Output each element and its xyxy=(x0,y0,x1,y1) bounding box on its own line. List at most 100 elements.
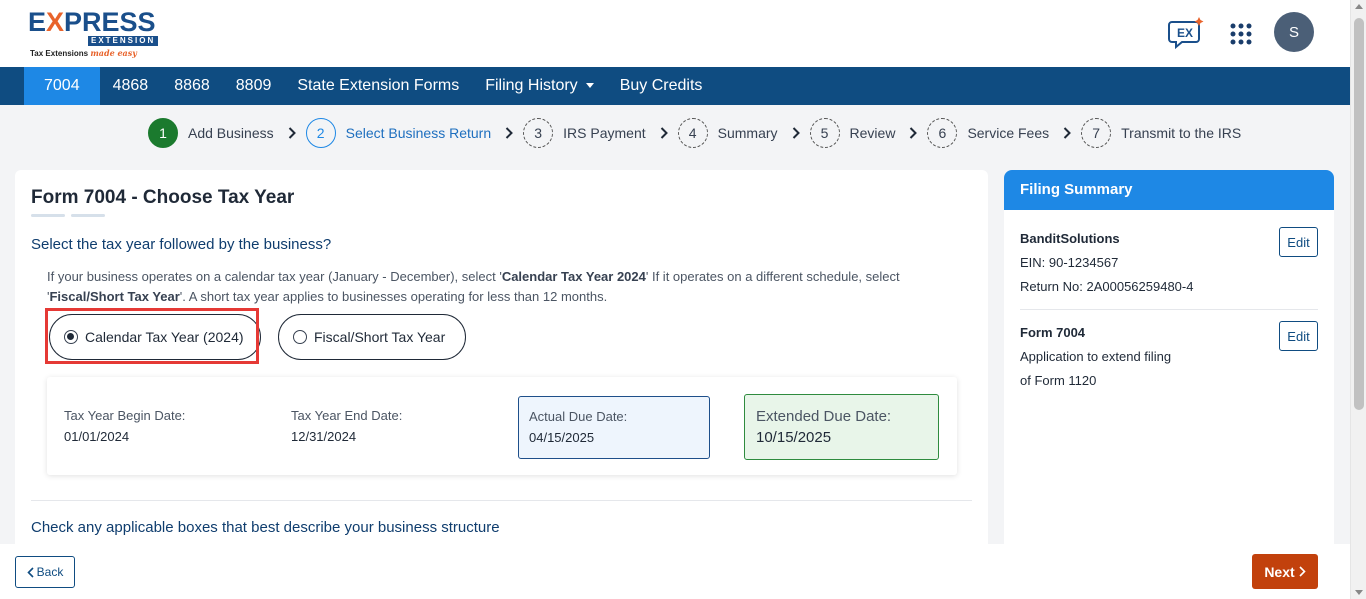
form-description: Application to extend filing xyxy=(1020,349,1172,364)
nav-item-8868[interactable]: 8868 xyxy=(161,67,223,105)
scroll-up-icon[interactable] xyxy=(1355,4,1363,9)
section-divider xyxy=(31,500,972,501)
summary-divider xyxy=(1020,309,1318,310)
extended-due-value: 10/15/2025 xyxy=(756,429,832,446)
business-summary: BanditSolutions EIN: 90-1234567 Return N… xyxy=(1020,227,1193,299)
nav-item-state-extension-forms[interactable]: State Extension Forms xyxy=(284,67,472,105)
chevron-right-icon xyxy=(1299,566,1306,577)
logo-subtitle: EXTENSION xyxy=(88,36,159,46)
desc-emphasis: Fiscal/Short Tax Year xyxy=(49,289,180,304)
filing-summary-panel: Filing Summary BanditSolutions EIN: 90-1… xyxy=(1004,170,1334,550)
edit-form-button[interactable]: Edit xyxy=(1279,321,1318,351)
form-description: of Form 1120 xyxy=(1020,373,1097,388)
filing-summary-title: Filing Summary xyxy=(1004,170,1334,210)
end-date-value: 12/31/2024 xyxy=(291,429,357,444)
tax-year-end: Tax Year End Date: 12/31/2024 xyxy=(291,408,402,444)
step-number: 7 xyxy=(1081,118,1112,148)
step-label: Summary xyxy=(717,125,778,141)
logo-wordmark: EXPRESS xyxy=(28,7,156,37)
step-label: Service Fees xyxy=(967,125,1050,141)
chevron-right-icon xyxy=(792,127,800,139)
nav-item-8809[interactable]: 8809 xyxy=(223,67,285,105)
desc-emphasis: Calendar Tax Year 2024 xyxy=(501,269,646,284)
step-select-business-return[interactable]: 2 Select Business Return xyxy=(305,118,492,148)
step-number: 6 xyxy=(927,118,958,148)
nav-item-4868[interactable]: 4868 xyxy=(100,67,162,105)
step-transmit-to-irs[interactable]: 7 Transmit to the IRS xyxy=(1081,118,1241,148)
edit-business-button[interactable]: Edit xyxy=(1279,227,1318,257)
title-underline xyxy=(31,214,65,217)
end-date-label: Tax Year End Date: xyxy=(291,408,403,423)
title-underline xyxy=(71,214,105,217)
step-label: IRS Payment xyxy=(563,125,646,141)
actual-due-value: 04/15/2025 xyxy=(529,430,595,445)
logo-tagline: Tax Extensions made easy xyxy=(30,48,137,58)
step-label: Select Business Return xyxy=(345,125,492,141)
page-scrollbar[interactable] xyxy=(1350,0,1366,599)
caret-down-icon xyxy=(585,83,594,89)
step-irs-payment[interactable]: 3 IRS Payment xyxy=(523,118,646,148)
step-label: Add Business xyxy=(188,125,274,141)
begin-date-value: 01/01/2024 xyxy=(64,429,130,444)
back-label: Back xyxy=(36,565,64,579)
option-label: Fiscal/Short Tax Year xyxy=(314,329,446,345)
desc-text: '. A short tax year applies to businesse… xyxy=(179,289,608,304)
tax-dates-panel: Tax Year Begin Date: 01/01/2024 Tax Year… xyxy=(47,377,957,475)
extended-due-date: Extended Due Date: 10/15/2025 xyxy=(744,394,939,460)
filing-history-label: Filing History xyxy=(485,77,578,94)
form-summary: Form 7004 Application to extend filing o… xyxy=(1020,321,1171,393)
step-number: 2 xyxy=(305,118,336,148)
step-label: Transmit to the IRS xyxy=(1121,125,1242,141)
tagline-start: Tax Extensions xyxy=(30,49,89,58)
apps-grid-icon[interactable] xyxy=(1229,22,1253,51)
form-name: Form 7004 xyxy=(1020,325,1086,340)
express-extension-logo[interactable]: EXPRESS EXTENSION Tax Extensions made ea… xyxy=(28,8,163,60)
next-button[interactable]: Next xyxy=(1252,554,1318,589)
nav-item-buy-credits[interactable]: Buy Credits xyxy=(607,67,716,105)
scrollbar-thumb[interactable] xyxy=(1354,18,1364,410)
extended-due-label: Extended Due Date: xyxy=(756,408,892,425)
actual-due-label: Actual Due Date: xyxy=(529,409,628,424)
nav-item-7004[interactable]: 7004 xyxy=(24,67,100,105)
chat-ex-icon[interactable]: EX xyxy=(1168,16,1206,55)
progress-stepper: 1 Add Business 2 Select Business Return … xyxy=(148,118,1241,148)
step-number: 4 xyxy=(677,118,708,148)
tagline-end: made easy xyxy=(90,48,137,58)
tax-year-card: Form 7004 - Choose Tax Year Select the t… xyxy=(15,170,988,550)
fiscal-short-tax-year-option[interactable]: Fiscal/Short Tax Year xyxy=(278,314,466,360)
begin-date-label: Tax Year Begin Date: xyxy=(64,408,186,423)
chevron-right-icon xyxy=(660,127,668,139)
next-label: Next xyxy=(1264,563,1295,580)
svg-text:EX: EX xyxy=(1177,26,1193,40)
business-name: BanditSolutions xyxy=(1020,231,1120,246)
chevron-right-icon xyxy=(910,127,918,139)
back-button[interactable]: Back xyxy=(15,556,75,588)
radio-unchecked-icon xyxy=(293,330,307,344)
actual-due-date: Actual Due Date: 04/15/2025 xyxy=(518,396,710,459)
user-avatar[interactable]: S xyxy=(1274,12,1314,52)
step-add-business[interactable]: 1 Add Business xyxy=(148,118,274,148)
tax-year-description: If your business operates on a calendar … xyxy=(47,267,972,307)
step-review[interactable]: 5 Review xyxy=(809,118,896,148)
app-header: EXPRESS EXTENSION Tax Extensions made ea… xyxy=(0,0,1350,67)
step-number: 3 xyxy=(523,118,554,148)
chevron-right-icon xyxy=(288,127,296,139)
step-label: Review xyxy=(849,125,896,141)
main-nav: 7004 4868 8868 8809 State Extension Form… xyxy=(0,67,1350,105)
desc-text: If your business operates on a calendar … xyxy=(47,269,502,284)
tax-year-begin: Tax Year Begin Date: 01/01/2024 xyxy=(64,408,185,444)
step-number: 1 xyxy=(148,118,178,148)
step-service-fees[interactable]: 6 Service Fees xyxy=(927,118,1049,148)
business-ein: EIN: 90-1234567 xyxy=(1020,255,1119,270)
nav-item-filing-history[interactable]: Filing History xyxy=(472,67,606,105)
chevron-left-icon xyxy=(27,566,34,578)
step-number: 5 xyxy=(809,118,840,148)
step-summary[interactable]: 4 Summary xyxy=(677,118,778,148)
scroll-down-icon[interactable] xyxy=(1355,590,1363,595)
business-structure-question: Check any applicable boxes that best des… xyxy=(31,519,500,536)
return-number: Return No: 2A00056259480-4 xyxy=(1020,279,1194,294)
footer-bar: Back Next xyxy=(0,544,1350,599)
chevron-right-icon xyxy=(1063,127,1072,139)
page-title: Form 7004 - Choose Tax Year xyxy=(31,187,295,208)
selection-highlight xyxy=(45,308,259,364)
